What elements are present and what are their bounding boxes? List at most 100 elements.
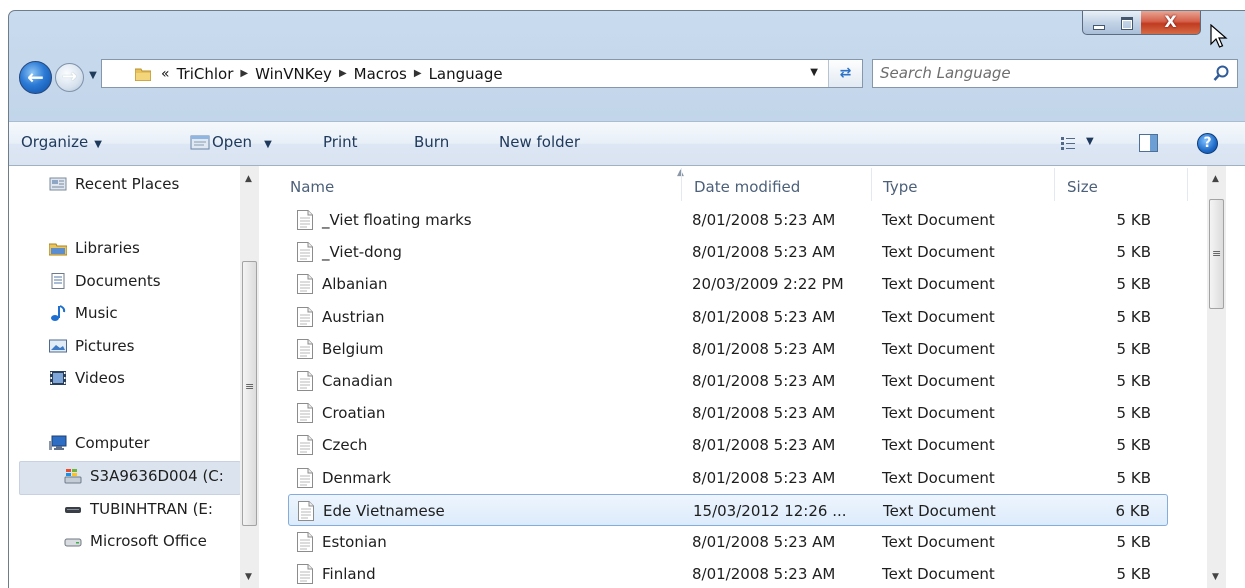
file-date-modified: 8/01/2008 5:23 AM (692, 565, 836, 584)
column-header-size[interactable]: Size (1067, 178, 1098, 196)
file-size: 5 KB (1116, 275, 1151, 294)
file-list-scrollbar[interactable]: ▲ ▼ (1207, 166, 1226, 588)
nav-item-documents[interactable]: Documents (49, 272, 161, 290)
file-row[interactable]: Denmark 8/01/2008 5:23 AM Text Document 5 K… (288, 462, 1168, 494)
file-type: Text Document (882, 307, 995, 326)
file-name: _Viet-dong (322, 243, 402, 262)
file-row[interactable]: _Viet-dong 8/01/2008 5:23 AM Text Document… (288, 236, 1168, 268)
file-row[interactable]: Estonian 8/01/2008 5:23 AM Text Document 5 … (288, 526, 1168, 558)
file-date-modified: 8/01/2008 5:23 AM (692, 436, 836, 455)
scrollbar-thumb[interactable] (242, 261, 257, 526)
file-type: Text Document (882, 211, 995, 229)
file-size: 6 KB (1115, 501, 1150, 520)
breadcrumb-item[interactable]: Macros (354, 65, 407, 83)
column-header-name[interactable]: Name (290, 178, 334, 196)
breadcrumb-overflow[interactable]: « (161, 66, 170, 82)
nav-item-pictures[interactable]: Pictures (49, 337, 134, 355)
nav-item-music[interactable]: Music (49, 304, 118, 322)
view-options-icon[interactable] (1061, 137, 1075, 150)
help-icon[interactable]: ? (1197, 133, 1218, 154)
file-type: Text Document (882, 565, 995, 584)
organize-button[interactable]: Organize ▼ (21, 133, 102, 151)
text-document-icon (297, 467, 313, 488)
file-row[interactable]: Canadian 8/01/2008 5:23 AM Text Document 5 … (288, 365, 1168, 397)
file-name: Czech (322, 436, 368, 455)
file-size: 5 KB (1116, 468, 1151, 487)
nav-item-drive-c[interactable]: S3A9636D004 (C: (64, 467, 224, 485)
file-row[interactable]: Ede Vietnamese 15/03/2012 12:26 ... Text D… (288, 493, 1168, 526)
nav-label: Documents (75, 272, 161, 290)
column-divider[interactable] (871, 168, 872, 201)
nav-label: Recent Places (75, 175, 180, 193)
file-row[interactable]: Croatian 8/01/2008 5:23 AM Text Document 5 … (288, 397, 1168, 429)
file-row[interactable]: Belgium 8/01/2008 5:23 AM Text Document 5 K… (288, 333, 1168, 365)
column-header-date[interactable]: Date modified (694, 178, 800, 196)
file-name: Croatian (322, 404, 386, 423)
new-folder-button[interactable]: New folder (499, 133, 580, 151)
scrollbar-thumb[interactable] (1209, 199, 1224, 309)
chevron-right-icon[interactable]: ▶ (240, 68, 248, 79)
print-button[interactable]: Print (323, 133, 358, 151)
recent-pages-dropdown[interactable]: ▼ (86, 70, 100, 86)
file-row[interactable]: Czech 8/01/2008 5:23 AM Text Document 5 KB (288, 429, 1168, 461)
file-name: Ede Vietnamese (323, 501, 445, 520)
column-divider[interactable] (1054, 168, 1055, 201)
file-date-modified: 8/01/2008 5:23 AM (692, 404, 836, 423)
file-row[interactable]: Finland 8/01/2008 5:23 AM Text Document 5 K… (288, 558, 1168, 588)
nav-label: Videos (75, 369, 125, 387)
address-history-dropdown[interactable]: ▼ (810, 67, 818, 78)
chevron-down-icon[interactable]: ▼ (1086, 136, 1094, 147)
computer-icon (49, 435, 67, 450)
text-document-icon (297, 564, 313, 585)
burn-button[interactable]: Burn (414, 133, 449, 151)
forward-button[interactable] (55, 63, 84, 92)
file-row[interactable]: _Viet floating marks 8/01/2008 5:23 AM Tex… (288, 204, 1168, 236)
nav-item-videos[interactable]: Videos (49, 369, 125, 387)
nav-label: S3A9636D004 (C: (90, 467, 224, 485)
file-type: Text Document (882, 404, 995, 423)
column-header-type[interactable]: Type (883, 178, 917, 196)
search-icon[interactable] (1213, 65, 1229, 82)
refresh-button[interactable]: ⇄ (828, 60, 862, 87)
breadcrumb-item[interactable]: Language (429, 65, 503, 83)
chevron-down-icon: ▼ (94, 139, 102, 150)
address-bar[interactable]: « TriChlor ▶ WinVNKey ▶ Macros ▶ Languag… (101, 59, 863, 88)
nav-item-recent-places[interactable]: Recent Places (49, 175, 179, 193)
search-input[interactable] (880, 60, 1180, 86)
scroll-down-icon[interactable]: ▼ (245, 572, 252, 582)
file-size: 5 KB (1116, 243, 1151, 262)
chevron-right-icon[interactable]: ▶ (414, 68, 422, 79)
scroll-down-icon[interactable]: ▼ (1212, 572, 1219, 582)
recent-places-icon (49, 177, 67, 191)
scroll-up-icon[interactable]: ▲ (245, 174, 252, 184)
drive-icon (64, 538, 82, 547)
back-button[interactable] (19, 61, 52, 94)
nav-item-computer[interactable]: Computer (49, 434, 150, 452)
file-row[interactable]: Albanian 20/03/2009 2:22 PM Text Document 5… (288, 268, 1168, 300)
column-divider[interactable] (1187, 168, 1188, 201)
nav-item-libraries[interactable]: Libraries (49, 239, 140, 257)
chevron-right-icon[interactable]: ▶ (339, 68, 347, 79)
breadcrumb: « TriChlor ▶ WinVNKey ▶ Macros ▶ Languag… (161, 65, 503, 83)
column-divider[interactable] (681, 168, 682, 201)
preview-pane-icon[interactable] (1139, 134, 1158, 152)
mouse-cursor-icon (1210, 24, 1228, 48)
file-type: Text Document (883, 501, 996, 520)
maximize-button[interactable] (1112, 11, 1142, 35)
minimize-button[interactable] (1082, 11, 1113, 35)
file-name: Belgium (322, 339, 384, 358)
nav-label: TUBINHTRAN (E: (90, 500, 213, 518)
file-date-modified: 8/01/2008 5:23 AM (692, 468, 836, 487)
breadcrumb-item[interactable]: TriChlor (177, 65, 234, 83)
open-button[interactable]: Open ▼ (212, 133, 272, 151)
nav-item-drive-e[interactable]: TUBINHTRAN (E: (64, 500, 213, 518)
breadcrumb-item[interactable]: WinVNKey (255, 65, 332, 83)
folder-icon (135, 68, 151, 81)
scroll-up-icon[interactable]: ▲ (1212, 174, 1219, 184)
file-row[interactable]: Austrian 8/01/2008 5:23 AM Text Document 5 … (288, 301, 1168, 333)
file-size: 5 KB (1116, 436, 1151, 455)
navigation-scrollbar[interactable]: ▲ ▼ (240, 166, 259, 588)
close-button[interactable]: X (1141, 11, 1201, 35)
nav-item-microsoft-office[interactable]: Microsoft Office (64, 532, 207, 550)
file-type: Text Document (882, 339, 995, 358)
